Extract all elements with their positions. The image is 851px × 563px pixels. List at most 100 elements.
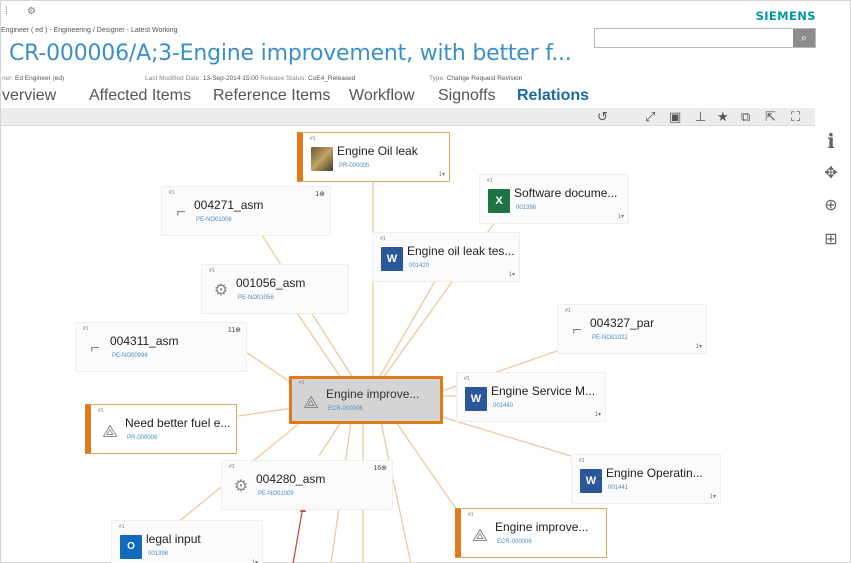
tab-workflow[interactable]: Workflow — [349, 87, 415, 105]
node-index: #1 — [380, 236, 386, 242]
node-id[interactable]: PE-NO01006 — [196, 217, 232, 223]
change-request-icon: ⟁ — [101, 421, 119, 441]
change-request-icon: ⟁ — [302, 392, 320, 412]
node-004271-asm[interactable]: #1 ⌐ 004271_asm PE-NO01006 1⊕ — [161, 186, 331, 236]
search-input[interactable]: ⌕ — [594, 28, 816, 48]
breadcrumb[interactable]: Engineer ( ed ) - Engineering / Designer… — [1, 27, 178, 34]
node-count[interactable]: 1▾ — [509, 271, 515, 278]
expand-icon[interactable]: ⤢ — [645, 109, 655, 125]
layout-icon[interactable]: ▣ — [669, 109, 681, 125]
node-index: #1 — [209, 268, 215, 274]
outlook-icon: O — [120, 535, 142, 559]
tab-overview[interactable]: verview — [2, 87, 56, 105]
add-icon[interactable]: ⊕ — [821, 195, 841, 215]
node-engine-oil-leak[interactable]: #1 Engine Oil leak PR-000005 1▾ — [297, 132, 450, 182]
node-center-engine-improve[interactable]: #1 ⟁ Engine improve... ECR-000006 — [289, 376, 443, 424]
node-id[interactable]: PE-NO01022 — [592, 335, 628, 341]
tree-icon[interactable]: ⊞ — [821, 229, 841, 249]
word-icon: W — [465, 387, 487, 411]
node-id[interactable]: 001396 — [516, 205, 536, 211]
node-count[interactable]: 1▾ — [439, 171, 445, 178]
node-id[interactable]: 001441 — [608, 485, 628, 491]
node-index: #1 — [464, 376, 470, 382]
search-icon[interactable]: ⌕ — [793, 29, 815, 47]
word-icon: W — [381, 247, 403, 271]
edge-red — [292, 505, 304, 563]
share-icon[interactable]: ⇱ — [765, 109, 776, 125]
node-title: Engine Service M... — [491, 384, 596, 398]
gear-icon[interactable]: ⚙ — [27, 6, 36, 17]
node-id[interactable]: ECR-000006 — [497, 539, 532, 545]
tab-affected-items[interactable]: Affected Items — [89, 87, 191, 105]
node-service-manual[interactable]: #1 W Engine Service M... 001440 1▾ — [456, 372, 606, 422]
node-index: #1 — [119, 524, 125, 530]
status-value: CoE4_Released — [308, 75, 356, 82]
node-id[interactable]: PE-NO00996 — [112, 353, 148, 359]
part-icon: ⚙ — [213, 282, 229, 299]
node-004311-asm[interactable]: #1 ⌐ 004311_asm PE-NO00996 11⊕ — [75, 322, 247, 372]
node-index: #1 — [310, 136, 316, 142]
modified-label: Last Modified Date: — [145, 75, 202, 82]
node-index: #1 — [299, 380, 305, 386]
owner-value: Ed Engineer (ed) — [15, 75, 65, 82]
node-index: #1 — [487, 178, 493, 184]
node-title: Engine oil leak tes... — [407, 244, 515, 258]
expand-count[interactable]: 11⊕ — [228, 326, 241, 334]
part-icon: ⌐ — [90, 340, 100, 357]
menu-icon[interactable]: ⁞ — [5, 6, 8, 17]
node-count[interactable]: 1▾ — [595, 411, 601, 418]
copy-icon[interactable]: ⧉ — [741, 109, 750, 125]
tab-relations[interactable]: Relations — [517, 87, 589, 105]
relations-graph[interactable]: #1 Engine Oil leak PR-000005 1▾ #1 X Sof… — [1, 126, 815, 563]
info-icon[interactable]: ℹ — [821, 129, 841, 154]
node-engine-improve-2[interactable]: #1 ⟁ Engine improve... ECR-000006 — [455, 508, 607, 558]
node-id[interactable]: 001398 — [148, 551, 168, 557]
owner-meta: ner: Ed Engineer (ed) — [2, 75, 64, 82]
node-title: Software docume... — [514, 186, 618, 200]
star-icon[interactable]: ★ — [717, 109, 729, 125]
move-icon[interactable]: ✥ — [821, 163, 841, 183]
node-engine-operating[interactable]: #1 W Engine Operatin... 001441 1▾ — [571, 454, 721, 504]
node-count[interactable]: 1▾ — [710, 493, 716, 500]
node-id[interactable]: 001440 — [493, 403, 513, 409]
node-count[interactable]: 1▾ — [618, 213, 624, 220]
change-request-icon: ⟁ — [471, 525, 489, 545]
tab-signoffs[interactable]: Signoffs — [438, 87, 496, 105]
undo-icon[interactable]: ↺ — [597, 109, 608, 125]
app-frame: ⁞ ⚙ SIEMENS Engineer ( ed ) - Engineerin… — [0, 0, 851, 563]
expand-count[interactable]: 1⊕ — [315, 190, 325, 198]
edge-oil-leak-test — [378, 275, 439, 379]
node-index: #1 — [229, 464, 235, 470]
fullscreen-icon[interactable]: ⛶ — [791, 109, 800, 125]
node-id[interactable]: ECR-000006 — [328, 406, 363, 412]
node-count[interactable]: 1▾ — [252, 559, 258, 563]
pin-icon[interactable]: ⊥ — [695, 109, 706, 125]
node-title: 004280_asm — [256, 472, 326, 486]
node-software-doc[interactable]: #1 X Software docume... 001396 1▾ — [479, 174, 629, 224]
edge-fuel — [237, 407, 294, 417]
expand-count[interactable]: 16⊕ — [373, 464, 387, 472]
node-oil-leak-test[interactable]: #1 W Engine oil leak tes... 001420 1▾ — [372, 232, 520, 282]
node-id[interactable]: 001420 — [409, 263, 429, 269]
node-id[interactable]: PE-NO01009 — [258, 491, 294, 497]
node-better-fuel[interactable]: #1 ⟁ Need better fuel e... PR-000006 — [85, 404, 237, 454]
node-count[interactable]: 1▾ — [696, 343, 702, 350]
node-index: #1 — [98, 408, 104, 414]
node-title: 004327_par — [590, 316, 655, 330]
tab-reference-items[interactable]: Reference Items — [213, 87, 330, 105]
node-legal-input[interactable]: #1 O legal input 001398 1▾ — [111, 520, 263, 563]
part-icon: ⚙ — [233, 478, 249, 495]
node-id[interactable]: PE-NO01056 — [238, 295, 274, 301]
edge-operating — [441, 416, 572, 457]
node-001056-asm[interactable]: #1 ⚙ 001056_asm PE-NO01056 — [201, 264, 349, 314]
type-value: Change Request Revision — [446, 75, 523, 82]
node-004280-asm[interactable]: #1 ⚙ 004280_asm PE-NO01009 16⊕ — [221, 460, 393, 510]
node-004327-par[interactable]: #1 ⌐ 004327_par PE-NO01022 1▾ — [557, 304, 707, 354]
node-title: Engine Oil leak — [337, 144, 418, 158]
node-id[interactable]: PR-000005 — [339, 163, 369, 169]
node-index: #1 — [579, 458, 585, 464]
part-icon: ⌐ — [176, 204, 186, 221]
part-icon: ⌐ — [572, 322, 582, 339]
node-id[interactable]: PR-000006 — [127, 435, 157, 441]
type-label: Type: — [429, 75, 445, 82]
